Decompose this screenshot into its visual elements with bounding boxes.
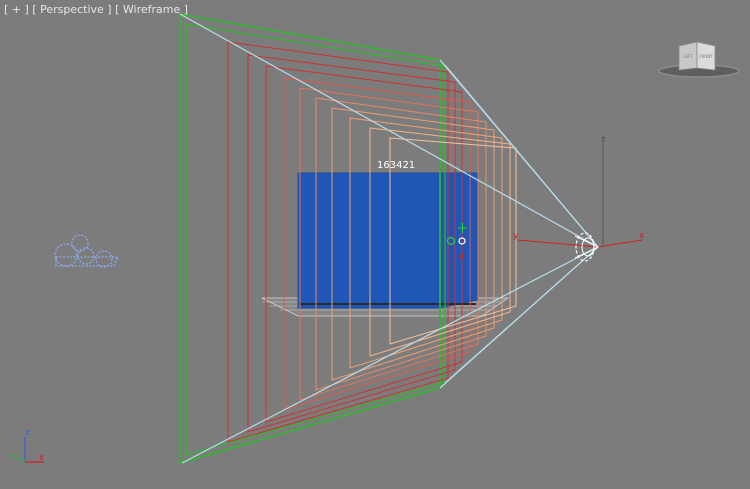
blue-box-object[interactable] — [297, 172, 479, 309]
viewport-menu-plus[interactable]: [ + ] — [4, 3, 29, 16]
world-axis-tripod: z x — [9, 428, 45, 463]
viewcube-front-face[interactable]: FRONT — [699, 54, 713, 59]
viewport-label-menu[interactable]: [ + ] [ Perspective ] [ Wireframe ] — [4, 3, 188, 16]
viewcube-navigator[interactable]: LEFT FRONT — [657, 38, 741, 80]
gizmo-x-label: x — [639, 231, 645, 241]
svg-text:x: x — [39, 453, 45, 463]
spotlight-gizmo[interactable]: z x y — [513, 135, 645, 262]
svg-text:x: x — [458, 252, 464, 262]
viewport-view-name[interactable]: [ Perspective ] — [32, 3, 111, 16]
object-name-label: 163421 — [377, 160, 416, 171]
gizmo-z-label: z — [601, 135, 606, 145]
scene-canvas[interactable]: z x y x z x — [0, 0, 750, 489]
svg-text:z: z — [25, 428, 30, 438]
gizmo-y-label: y — [513, 231, 519, 241]
gizmo-x-axis — [597, 239, 643, 248]
camera-helper-icon[interactable] — [54, 234, 120, 268]
viewport-shading-mode[interactable]: [ Wireframe ] — [115, 3, 188, 16]
perspective-viewport[interactable]: [ + ] [ Perspective ] [ Wireframe ] z x … — [0, 0, 750, 489]
viewcube-left-face[interactable]: LEFT — [683, 54, 693, 59]
